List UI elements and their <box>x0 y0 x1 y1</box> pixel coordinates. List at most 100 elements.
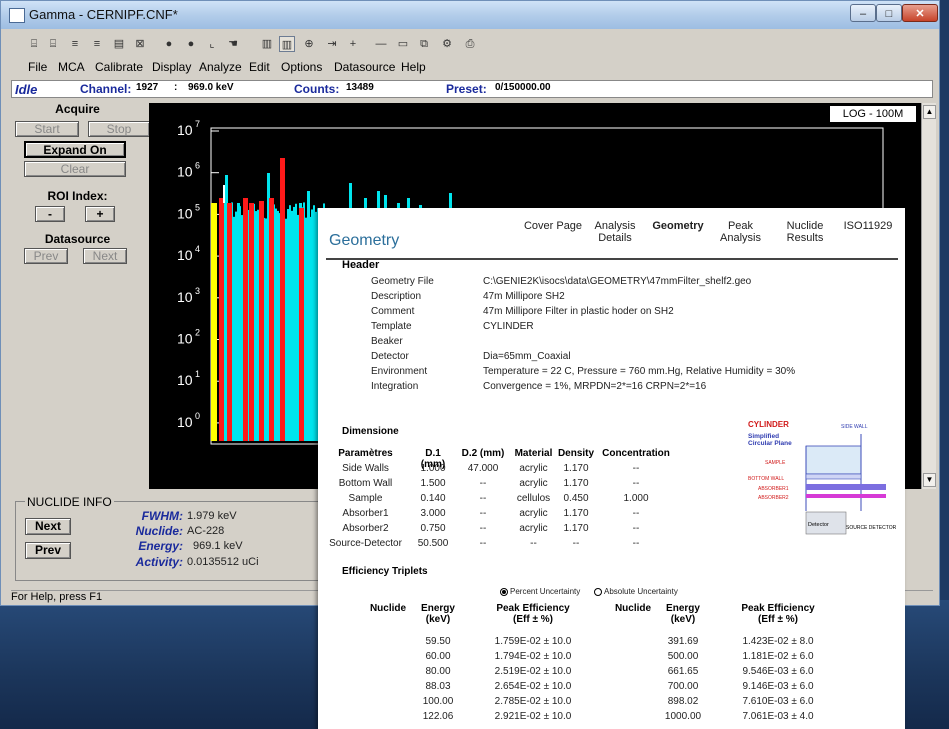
log-scale-button[interactable]: LOG - 100M <box>829 105 917 123</box>
menu-options[interactable]: Options <box>281 60 322 74</box>
efficiency-cell: 7.610E-03 ± 6.0 <box>742 696 814 707</box>
percent-radio[interactable] <box>500 588 508 596</box>
close-button[interactable]: ✕ <box>902 4 938 22</box>
open-file-icon[interactable]: ⌸ <box>45 36 61 52</box>
datasource-prev-button[interactable]: Prev <box>24 248 68 264</box>
start-button[interactable]: Start <box>15 121 79 137</box>
bars-icon[interactable]: ▥ <box>259 36 275 52</box>
field-value: 47m Millipore SH2 <box>483 291 565 302</box>
spectrum-bar <box>305 217 307 441</box>
spectrum-bar <box>241 215 243 441</box>
nuclide-next-button[interactable]: Next <box>25 518 71 535</box>
menu-calibrate[interactable]: Calibrate <box>95 60 143 74</box>
nav-iso11929[interactable]: ISO11929 <box>840 220 896 232</box>
field-value: Temperature = 22 C, Pressure = 760 mm.Hg… <box>483 366 796 377</box>
nav-nuclide-results[interactable]: Nuclide Results <box>776 220 834 244</box>
scroll-up-icon[interactable]: ▲ <box>923 105 936 119</box>
nav-peak-analysis[interactable]: Peak Analysis <box>713 220 768 244</box>
dimensions-cell: 0.750 <box>420 523 446 534</box>
window-icon[interactable]: ▭ <box>395 36 411 52</box>
dimensions-cell: 1.000 <box>420 463 446 474</box>
menu-datasource[interactable]: Datasource <box>334 60 395 74</box>
move-up-icon[interactable]: ≡ <box>67 36 83 52</box>
menu-analyze[interactable]: Analyze <box>199 60 242 74</box>
datasource-next-button[interactable]: Next <box>83 248 127 264</box>
hand-icon[interactable]: ☚ <box>225 36 241 52</box>
activity-label: Activity: <box>135 555 183 569</box>
efficiency-cell: 1000.00 <box>664 711 702 722</box>
y-tick-label: 10 <box>177 247 193 263</box>
efficiency-cell: 898.02 <box>667 696 699 707</box>
efficiency-cell: 2.654E-02 ± 10.0 <box>494 681 572 692</box>
spectrum-peak <box>254 218 257 441</box>
clear-button[interactable]: Clear <box>24 161 126 177</box>
maximize-button[interactable]: □ <box>876 4 902 22</box>
circle-icon[interactable]: ● <box>161 36 177 52</box>
efficiency-header: Peak Efficiency (Eff ± %) <box>496 603 570 625</box>
roi-minus-button[interactable]: - <box>35 206 65 222</box>
y-tick-label: 10 <box>177 205 193 221</box>
stop-button[interactable]: Stop <box>88 121 150 137</box>
circle-icon-2[interactable]: ● <box>183 36 199 52</box>
field-label: Geometry File <box>371 276 434 287</box>
scroll-down-icon[interactable]: ▼ <box>923 473 936 487</box>
open-icon[interactable]: ⌸ <box>26 36 42 52</box>
dimensions-cell: 50.500 <box>417 538 449 549</box>
move-icon[interactable]: ⇥ <box>324 36 340 52</box>
menu-mca[interactable]: MCA <box>58 60 85 74</box>
efficiency-header: Energy (keV) <box>421 603 455 625</box>
efficiency-title: Efficiency Triplets <box>342 566 428 577</box>
cross-icon[interactable]: + <box>345 36 361 52</box>
menu-help[interactable]: Help <box>401 60 426 74</box>
efficiency-cell: 9.146E-03 ± 6.0 <box>742 681 814 692</box>
toolbar: ⌸ ⌸ ≡ ≡ ▤ ⊠ ● ● ⌞ ☚ ▥ ▥ ⊕ ⇥ + — ▭ ⧉ ⚙ ⎙ <box>11 33 941 57</box>
dimensions-cell: Bottom Wall <box>338 478 393 489</box>
absolute-radio[interactable] <box>594 588 602 596</box>
energy-label: Energy: <box>138 539 183 553</box>
efficiency-cell: 88.03 <box>425 681 451 692</box>
minimize-button[interactable]: – <box>850 4 876 22</box>
y-tick-exponent: 1 <box>195 369 200 379</box>
dimensions-cell: acrylic <box>519 463 548 474</box>
nav-cover-page[interactable]: Cover Page <box>518 220 588 232</box>
menu-display[interactable]: Display <box>152 60 191 74</box>
nav-analysis-details[interactable]: Analysis Details <box>588 220 642 244</box>
absorber2 <box>806 494 886 498</box>
bracket-icon[interactable]: ⌞ <box>204 36 220 52</box>
vertical-scrollbar[interactable]: ▲ ▼ <box>921 103 936 489</box>
expand-on-button[interactable]: Expand On <box>24 141 126 158</box>
dimensions-cell: -- <box>632 508 640 519</box>
dimensions-cell: -- <box>479 493 487 504</box>
nuclide-prev-button[interactable]: Prev <box>25 542 71 559</box>
zoom-in-icon[interactable]: ⊕ <box>301 36 317 52</box>
spectrum-bar <box>277 210 279 441</box>
grid-icon[interactable]: ⊠ <box>132 36 148 52</box>
acquire-title: Acquire <box>55 102 100 116</box>
move-down-icon[interactable]: ≡ <box>89 36 105 52</box>
bars-zoom-icon[interactable]: ▥ <box>279 36 295 52</box>
idle-status: Idle <box>15 82 38 97</box>
menu-file[interactable]: File <box>28 60 47 74</box>
nav-geometry[interactable]: Geometry <box>648 220 708 232</box>
print-setup-icon[interactable]: ⚙ <box>439 36 455 52</box>
efficiency-header: Peak Efficiency (Eff ± %) <box>741 603 815 625</box>
menu-edit[interactable]: Edit <box>249 60 270 74</box>
printer-icon[interactable]: ⎙ <box>462 36 478 52</box>
cylinder-diagram: CYLINDER Simplified Circular Plane SIDE … <box>748 420 897 535</box>
y-tick-label: 10 <box>177 164 193 180</box>
efficiency-cell: 661.65 <box>667 666 699 677</box>
spectrum-bar <box>293 206 295 441</box>
status-line: Idle Channel: 1927 : 969.0 keV Counts: 1… <box>11 80 933 98</box>
y-tick-exponent: 0 <box>195 411 200 421</box>
minus-icon[interactable]: — <box>373 36 389 52</box>
dimensions-cell: acrylic <box>519 523 548 534</box>
roi-plus-button[interactable]: + <box>85 206 115 222</box>
nuclide-info-title: NUCLIDE INFO <box>25 495 114 509</box>
spectrum-bar <box>315 211 317 441</box>
save-icon[interactable]: ▤ <box>111 36 127 52</box>
activity-value: 0.0135512 uCi <box>187 556 259 568</box>
report-title: Geometry <box>329 232 400 249</box>
source-detector-label: SOURCE DETECTOR <box>846 525 897 531</box>
restore-icon[interactable]: ⧉ <box>416 36 432 52</box>
absolute-uncertainty-label: Absolute Uncertainty <box>604 587 678 596</box>
